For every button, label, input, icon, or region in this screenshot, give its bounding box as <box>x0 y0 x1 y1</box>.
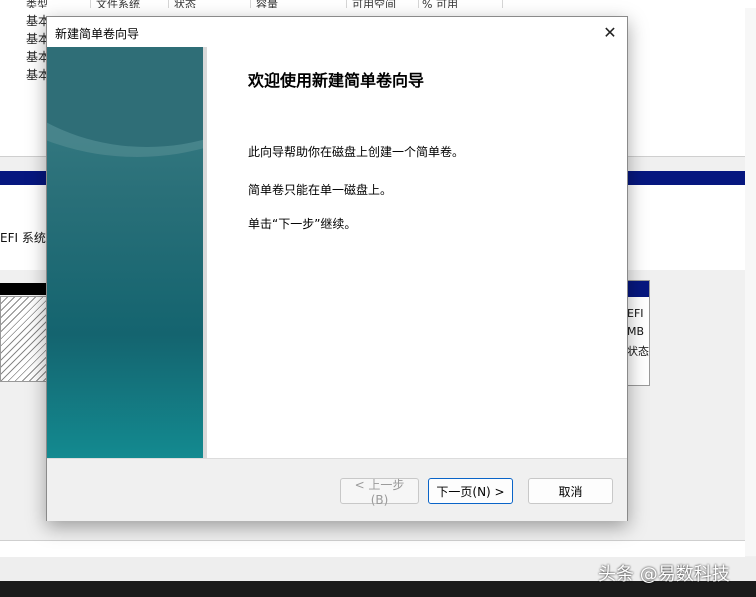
column-status[interactable]: 状态 <box>170 0 251 8</box>
status-bar <box>0 540 745 557</box>
dialog-title: 新建简单卷向导 <box>55 27 140 41</box>
cancel-button[interactable]: 取消 <box>528 478 613 504</box>
partition-header-bar <box>627 281 649 297</box>
watermark-text: 头条 @易数科技 <box>598 564 730 585</box>
disk-map-scrollbar[interactable] <box>745 156 756 556</box>
wizard-heading: 欢迎使用新建简单卷向导 <box>248 71 425 90</box>
unallocated-bar <box>0 283 46 295</box>
efi-partition-block[interactable]: EFI MB 状态 <box>626 280 650 386</box>
column-capacity[interactable]: 容量 <box>252 0 347 8</box>
next-button[interactable]: 下一页(N) > <box>428 478 513 504</box>
wizard-note: 简单卷只能在单一磁盘上。 <box>248 183 393 197</box>
partition-line-1: EFI <box>627 307 644 320</box>
wizard-instruction: 单击“下一步”继续。 <box>248 217 357 231</box>
volume-list-scrollbar[interactable] <box>745 8 756 156</box>
new-simple-volume-wizard: 新建简单卷向导 ✕ 欢迎使用新建简单卷向导 此向导帮助你在磁盘上创建一个简单卷。… <box>46 16 628 521</box>
close-button[interactable]: ✕ <box>593 17 627 47</box>
dialog-titlebar[interactable]: 新建简单卷向导 ✕ <box>47 17 627 47</box>
wizard-description: 此向导帮助你在磁盘上创建一个简单卷。 <box>248 145 465 159</box>
wizard-content: 欢迎使用新建简单卷向导 此向导帮助你在磁盘上创建一个简单卷。 简单卷只能在单一磁… <box>207 47 627 458</box>
partition-line-3: 状态 <box>627 345 649 358</box>
back-button[interactable]: < 上一步(B) <box>340 478 419 507</box>
column-filesystem[interactable]: 文件系统 <box>92 0 169 8</box>
unallocated-region[interactable] <box>0 296 48 382</box>
wizard-banner-image <box>47 47 207 458</box>
column-type[interactable]: 类型 <box>22 0 91 8</box>
column-percent-free[interactable]: % 可用 <box>418 0 503 8</box>
close-icon: ✕ <box>603 22 617 42</box>
banner-curve-inner <box>47 47 207 147</box>
dialog-footer: < 上一步(B) 下一页(N) > 取消 <box>47 458 627 521</box>
column-free-space[interactable]: 可用空间 <box>348 0 419 8</box>
partition-line-2: MB <box>627 325 645 338</box>
